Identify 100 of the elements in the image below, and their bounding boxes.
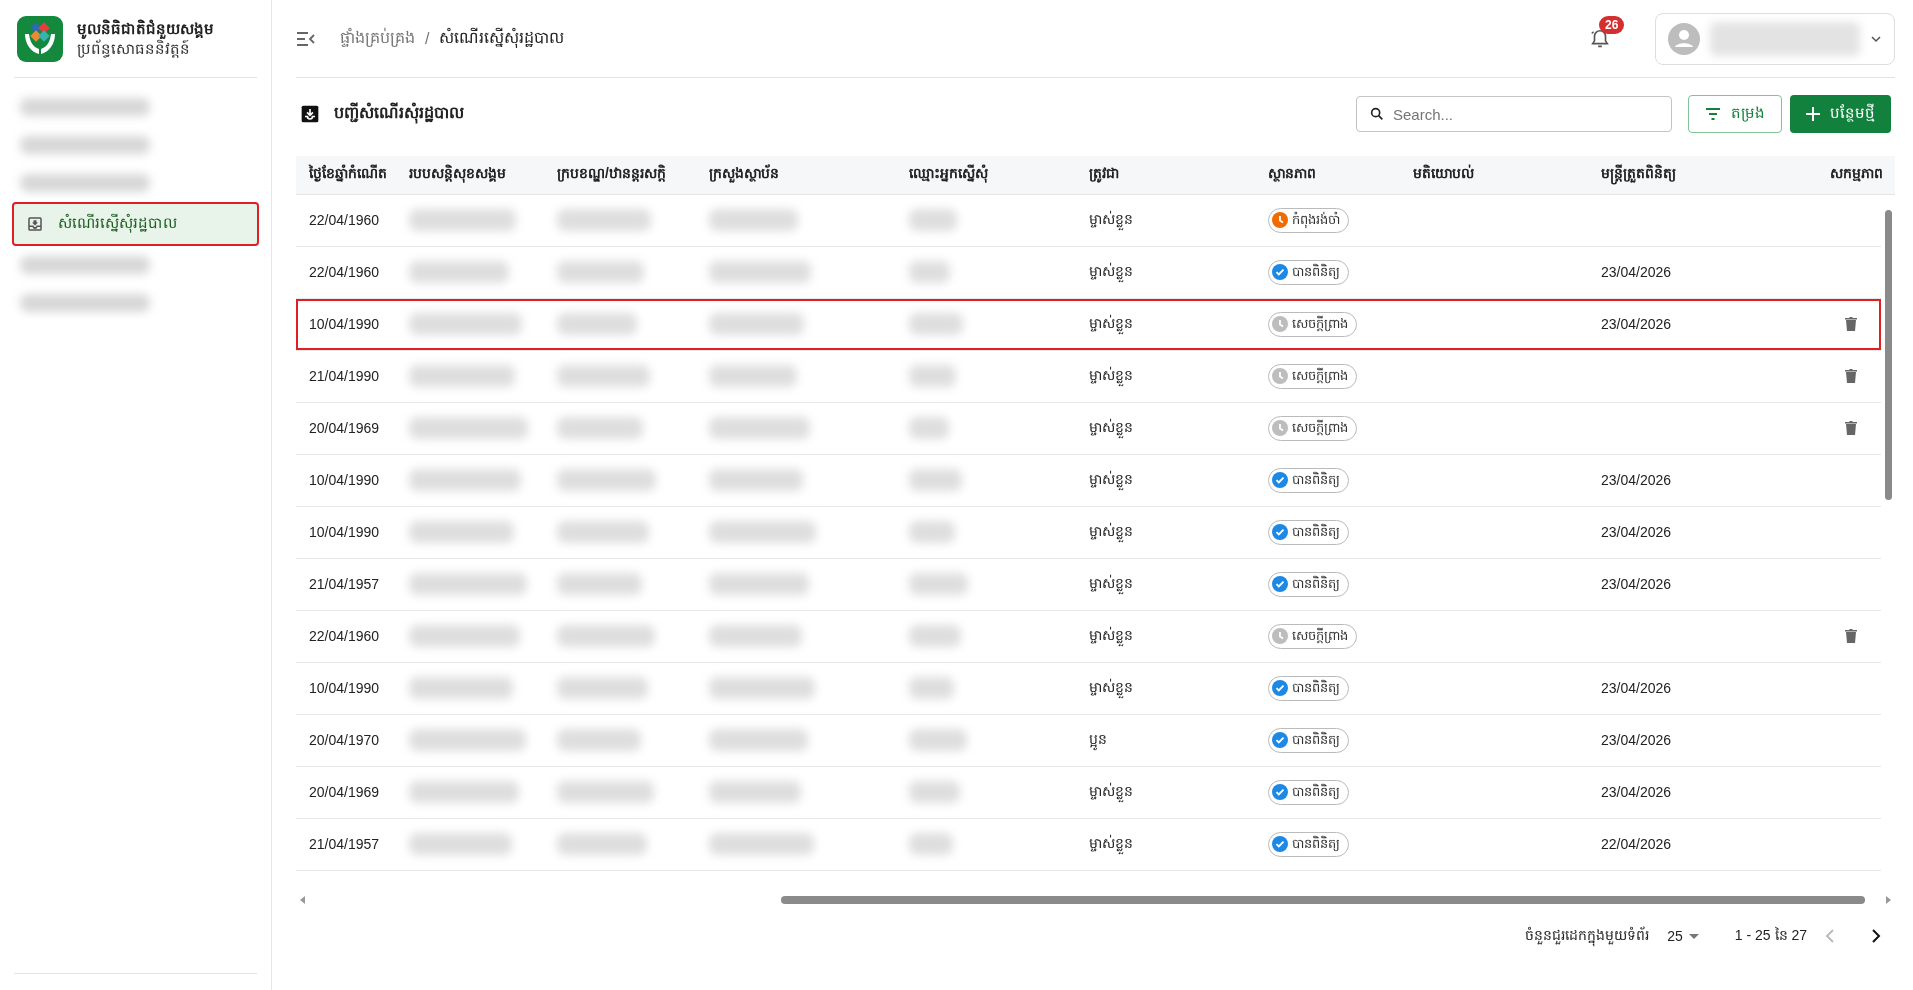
column-header: មតិយោបល់ <box>1413 164 1475 184</box>
notification-badge: 26 <box>1599 15 1625 34</box>
check-icon <box>1272 836 1288 853</box>
blurred-cell <box>909 625 961 648</box>
horizontal-scrollbar[interactable] <box>781 896 1866 905</box>
search-field[interactable]: Search... <box>1356 96 1672 132</box>
add-button[interactable]: បន្ថែមថ្មី <box>1790 95 1891 133</box>
table-cell-text: 21/04/1957 <box>309 576 381 593</box>
blurred-cell <box>909 521 955 544</box>
filter-button[interactable]: តម្រង <box>1688 95 1782 133</box>
breadcrumb-separator: / <box>425 29 430 48</box>
blurred-cell <box>909 261 950 284</box>
search-input[interactable]: Search... <box>1393 97 1659 131</box>
page-title: បញ្ជីសំណើរសុំរដ្ឋបាល <box>334 102 1348 126</box>
clock-icon <box>1272 212 1288 229</box>
table-cell: ម្ចាស់ខ្លួន <box>1089 573 1268 595</box>
vertical-scrollbar[interactable] <box>1885 210 1892 500</box>
column-header: ក្រសួងស្ថាប័ន <box>709 164 780 185</box>
column-header: ត្រូវជា <box>1089 164 1120 185</box>
app-subtitle: ប្រព័ន្ធសោធននិវត្តន៍ <box>77 39 191 58</box>
inbox-icon <box>26 215 44 233</box>
page-range: 1 - 25 នៃ 27 <box>1734 925 1807 945</box>
blurred-cell <box>909 833 953 856</box>
breadcrumb-item[interactable]: ផ្ទាំងគ្រប់គ្រង <box>340 26 415 51</box>
clock-icon <box>1272 316 1288 333</box>
app-title: មូលនិធិជាតិជំនួយសង្គម <box>77 19 214 39</box>
table-cell: ម្ចាស់ខ្លួន <box>1089 209 1268 231</box>
check-icon <box>1272 472 1288 489</box>
table-cell-text: 23/04/2026 <box>1601 472 1673 489</box>
delete-icon[interactable] <box>1845 421 1857 436</box>
table-cell: ម្ចាស់ខ្លួន <box>1089 781 1268 803</box>
check-icon <box>1272 264 1288 281</box>
check-icon <box>1272 680 1288 697</box>
next-page-icon[interactable] <box>1871 929 1881 943</box>
table-cell: ម្ចាស់ខ្លួន <box>1089 417 1268 439</box>
clock-icon <box>1272 628 1288 645</box>
table-cell: ម្ចាស់ខ្លួន <box>1089 833 1268 855</box>
table-cell-text: 23/04/2026 <box>1601 576 1673 593</box>
table-cell-text: 23/04/2026 <box>1601 732 1673 749</box>
table-cell: ម្ចាស់ខ្លួន <box>1089 625 1268 647</box>
logo-icon <box>17 15 63 62</box>
scroll-left-icon[interactable] <box>300 896 306 905</box>
sidebar-item[interactable]: សំណើរស្នើសុំរដ្ឋបាល <box>14 204 257 244</box>
table-cell-text: 20/04/1970 <box>309 732 381 749</box>
table-cell: ម្ចាស់ខ្លួន <box>1089 365 1268 387</box>
table-cell-text: 23/04/2026 <box>1601 316 1673 333</box>
table-cell-text: 22/04/1960 <box>309 212 381 229</box>
column-header: ឈ្មោះអ្នកស្នើសុំ <box>909 164 989 185</box>
table-cell: ម្ចាស់ខ្លួន <box>1089 313 1268 335</box>
inbox-icon <box>300 104 320 124</box>
table-cell-text: 22/04/2026 <box>1601 836 1673 853</box>
table-cell: ប្អូន <box>1089 729 1268 751</box>
table-cell-text: 23/04/2026 <box>1601 524 1673 541</box>
column-header: សកម្មភាព <box>1829 164 1884 184</box>
blurred-cell <box>909 365 956 388</box>
table-cell-text: 23/04/2026 <box>1601 680 1673 697</box>
breadcrumb-item: សំណើរស្នើសុំរដ្ឋបាល <box>439 26 565 50</box>
check-icon <box>1272 576 1288 593</box>
dropdown-caret-icon <box>1688 933 1699 939</box>
table-cell-text: 23/04/2026 <box>1601 264 1673 281</box>
chevron-down-icon <box>1870 34 1882 43</box>
clock-icon <box>1272 368 1288 385</box>
blurred-cell <box>909 729 967 752</box>
blurred-cell <box>909 313 963 336</box>
plus-icon <box>1806 107 1820 121</box>
table-cell-text: 20/04/1969 <box>309 784 381 801</box>
filter-icon <box>1705 108 1721 120</box>
column-header: ថ្ងៃខែឆ្នាំកំណើត <box>309 164 388 184</box>
table-cell-text: 22/04/1960 <box>309 264 381 281</box>
table-cell: ម្ចាស់ខ្លួន <box>1089 521 1268 543</box>
delete-icon[interactable] <box>1845 629 1857 644</box>
table-cell-text: 22/04/1960 <box>309 628 381 645</box>
delete-icon[interactable] <box>1845 317 1857 332</box>
notification-bell-icon[interactable] <box>1589 27 1611 50</box>
column-header: ក្របខណ្ឌ/ឋានន្តរសក្តិ <box>557 164 667 184</box>
column-header: របបសន្តិសុខសង្គម <box>409 164 507 185</box>
menu-collapse-icon[interactable] <box>296 30 316 47</box>
column-header: ស្ថានភាព <box>1268 164 1317 184</box>
table-cell-text: 20/04/1969 <box>309 420 381 437</box>
blurred-cell <box>909 469 962 492</box>
table-cell-text: 10/04/1990 <box>309 680 381 697</box>
check-icon <box>1272 784 1288 801</box>
rows-per-page-select[interactable]: 25 <box>1667 928 1699 944</box>
user-menu[interactable] <box>1655 12 1895 65</box>
blurred-cell <box>909 781 960 804</box>
scroll-right-icon[interactable] <box>1885 896 1891 905</box>
delete-icon[interactable] <box>1845 369 1857 384</box>
table-cell-text: 23/04/2026 <box>1601 784 1673 801</box>
table-cell-text: 21/04/1957 <box>309 836 381 853</box>
rows-per-page-label: ចំនួនជួរដេកក្នុងមួយទំព័រ <box>1525 925 1650 947</box>
check-icon <box>1272 732 1288 749</box>
table-cell: ម្ចាស់ខ្លួន <box>1089 677 1268 699</box>
blurred-cell <box>909 209 957 232</box>
blurred-cell <box>909 573 968 596</box>
blurred-cell <box>909 677 954 700</box>
column-header: មន្ត្រីត្រួតពិនិត្យ <box>1601 164 1791 186</box>
table-cell-text: 21/04/1990 <box>309 368 381 385</box>
table-cell-text: 10/04/1990 <box>309 524 381 541</box>
table-cell: ម្ចាស់ខ្លួន <box>1089 469 1268 491</box>
blurred-cell <box>909 417 949 440</box>
